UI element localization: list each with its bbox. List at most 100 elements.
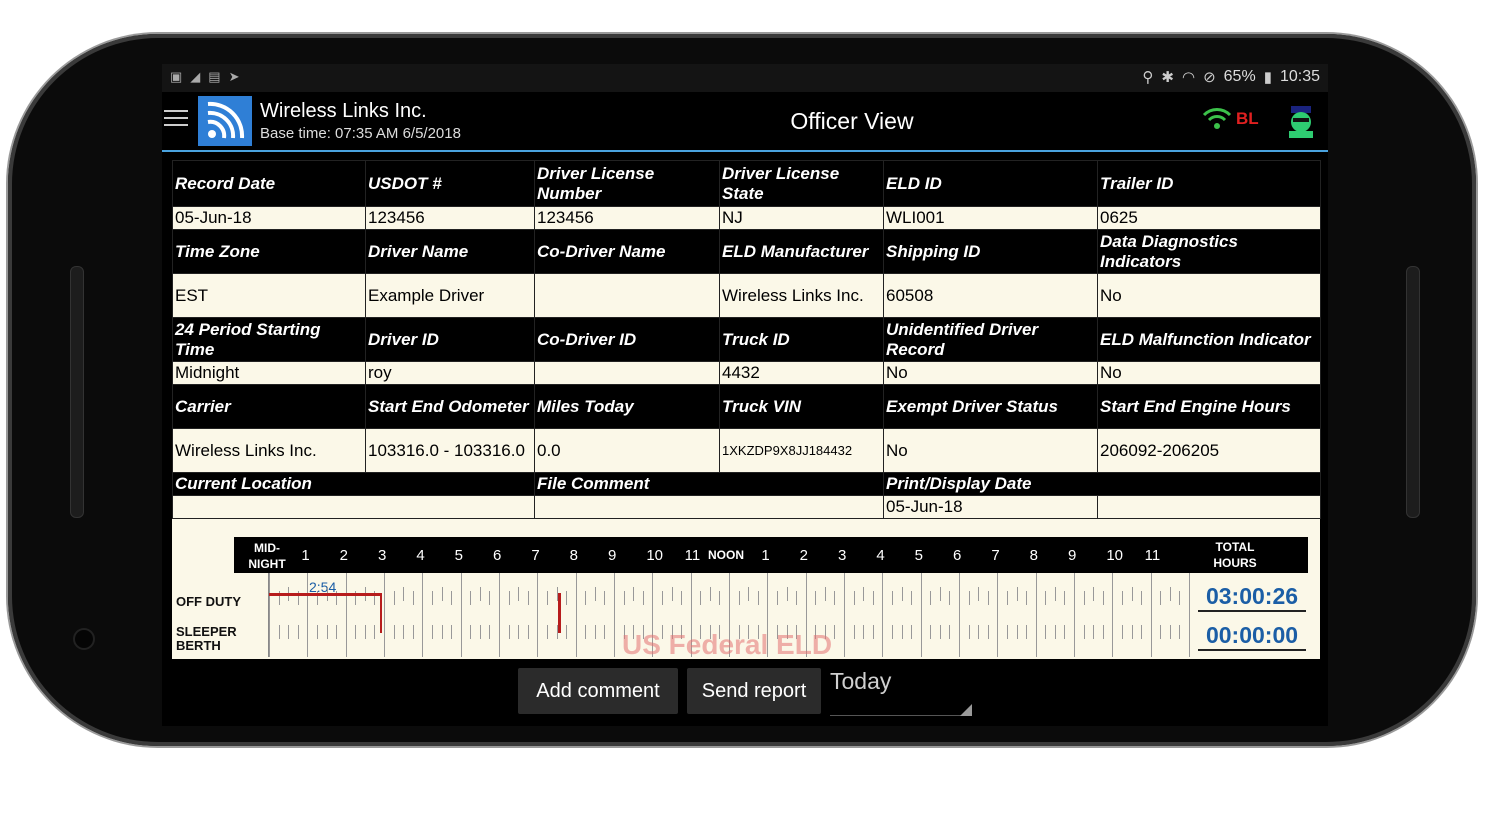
grid-tick bbox=[431, 625, 433, 639]
volume-button bbox=[70, 266, 84, 518]
grid-tick bbox=[499, 573, 500, 657]
grid-tick bbox=[1131, 587, 1133, 601]
grid-tick bbox=[757, 591, 759, 605]
hour-label-pm-5: 5 bbox=[914, 547, 923, 564]
officer-icon[interactable] bbox=[1284, 104, 1318, 138]
header-driver-license-state: Driver License State bbox=[719, 160, 884, 207]
day-select-dropdown[interactable]: Today bbox=[830, 668, 972, 716]
grid-tick bbox=[566, 591, 568, 605]
value-period-start: Midnight bbox=[172, 361, 366, 385]
grid-tick bbox=[920, 573, 922, 657]
grid-tick bbox=[824, 587, 826, 601]
grid-tick bbox=[872, 591, 874, 605]
hour-label-am-1: 1 bbox=[301, 547, 310, 564]
header-file-comment: File Comment bbox=[534, 472, 884, 496]
grid-tick bbox=[968, 591, 970, 605]
company-name: Wireless Links Inc. bbox=[260, 100, 427, 122]
connection-wifi-icon[interactable] bbox=[1202, 106, 1232, 136]
table-row: Wireless Links Inc. 103316.0 - 103316.0 … bbox=[172, 428, 1321, 473]
noon-label: NOON bbox=[708, 548, 744, 562]
hour-label-pm-3: 3 bbox=[838, 547, 847, 564]
value-data-diagnostics: No bbox=[1097, 273, 1321, 318]
grid-tick bbox=[546, 625, 548, 639]
value-eld-id: WLI001 bbox=[883, 206, 1098, 230]
header-exempt-driver: Exempt Driver Status bbox=[883, 384, 1098, 429]
header-unidentified-driver: Unidentified Driver Record bbox=[883, 317, 1098, 362]
send-report-button[interactable]: Send report bbox=[687, 668, 821, 714]
hour-label-am-10: 10 bbox=[646, 547, 664, 564]
status-bar: ▣ ◢ ▤ ➤ ⚲ ✱ ◠ ⊘ 65% ▮ 10:35 bbox=[162, 64, 1328, 92]
grid-tick bbox=[575, 573, 577, 657]
grid-tick bbox=[939, 625, 941, 639]
grid-tick bbox=[345, 573, 347, 657]
grid-tick bbox=[1045, 625, 1047, 639]
grid-tick bbox=[1121, 625, 1123, 639]
grid-tick bbox=[403, 587, 405, 601]
grid-tick bbox=[1169, 587, 1171, 601]
grid-tick bbox=[518, 587, 520, 601]
grid-tick bbox=[623, 591, 625, 605]
grid-tick bbox=[911, 625, 913, 639]
grid-tick bbox=[911, 591, 913, 605]
hour-label-am-5: 5 bbox=[454, 547, 463, 564]
value-driver-name: Example Driver bbox=[365, 273, 535, 318]
grid-tick bbox=[326, 625, 328, 639]
header-eld-manufacturer: ELD Manufacturer bbox=[719, 229, 884, 274]
grid-tick bbox=[700, 591, 702, 605]
grid-tick bbox=[891, 591, 893, 605]
grid-tick bbox=[949, 591, 951, 605]
grid-tick bbox=[901, 587, 903, 601]
hour-label-pm-2: 2 bbox=[799, 547, 808, 564]
value-current-location bbox=[172, 495, 535, 519]
header-odometer: Start End Odometer bbox=[365, 384, 535, 429]
grid-tick bbox=[1131, 625, 1133, 639]
header-driver-id: Driver ID bbox=[365, 317, 535, 362]
battery-percent: 65% bbox=[1223, 68, 1256, 85]
value-driver-license-number: 123456 bbox=[534, 206, 720, 230]
grid-tick bbox=[681, 591, 683, 605]
hour-label-am-2: 2 bbox=[339, 547, 348, 564]
grid-tick bbox=[1102, 625, 1104, 639]
grid-tick bbox=[1016, 587, 1018, 601]
header-truck-vin: Truck VIN bbox=[719, 384, 884, 429]
value-file-comment bbox=[534, 495, 884, 519]
grid-tick bbox=[546, 591, 548, 605]
grid-tick bbox=[431, 591, 433, 605]
signal-notification-icon: ◢ bbox=[190, 69, 201, 84]
grid-tick bbox=[633, 587, 635, 601]
grid-tick bbox=[1150, 573, 1152, 657]
grid-tick bbox=[642, 591, 644, 605]
header-usdot: USDOT # bbox=[365, 160, 535, 207]
value-eld-malfunction: No bbox=[1097, 361, 1321, 385]
header-eld-id: ELD ID bbox=[883, 160, 1098, 207]
bluetooth-link-status[interactable]: BL bbox=[1236, 109, 1259, 129]
value-usdot: 123456 bbox=[365, 206, 535, 230]
grid-tick bbox=[1112, 573, 1114, 657]
grid-tick bbox=[1121, 591, 1123, 605]
grid-tick bbox=[1169, 625, 1171, 639]
do-not-disturb-icon: ⊘ bbox=[1203, 69, 1216, 86]
hamburger-menu-icon[interactable] bbox=[164, 110, 188, 128]
header-engine-hours: Start End Engine Hours bbox=[1097, 384, 1321, 429]
grid-tick bbox=[776, 591, 778, 605]
grid-tick bbox=[661, 591, 663, 605]
grid-tick bbox=[1141, 591, 1143, 605]
grid-tick bbox=[479, 625, 481, 639]
send-notification-icon: ➤ bbox=[228, 69, 240, 84]
grid-tick bbox=[422, 573, 424, 657]
dropdown-arrow-icon bbox=[960, 704, 972, 716]
grid-tick bbox=[863, 625, 865, 639]
grid-tick bbox=[614, 573, 615, 657]
grid-tick bbox=[901, 625, 903, 639]
watermark: US Federal ELD bbox=[622, 629, 833, 659]
grid-tick bbox=[796, 591, 798, 605]
grid-tick bbox=[671, 587, 673, 601]
value-truck-vin: 1XKZDP9X8JJ184432 bbox=[719, 428, 884, 473]
grid-tick bbox=[518, 625, 520, 639]
grid-tick bbox=[997, 573, 999, 657]
value-co-driver-name bbox=[534, 273, 720, 318]
value-print-display-extra bbox=[1097, 495, 1321, 519]
grid-tick bbox=[891, 625, 893, 639]
header-period-start: 24 Period Starting Time bbox=[172, 317, 366, 362]
add-comment-button[interactable]: Add comment bbox=[518, 668, 678, 714]
